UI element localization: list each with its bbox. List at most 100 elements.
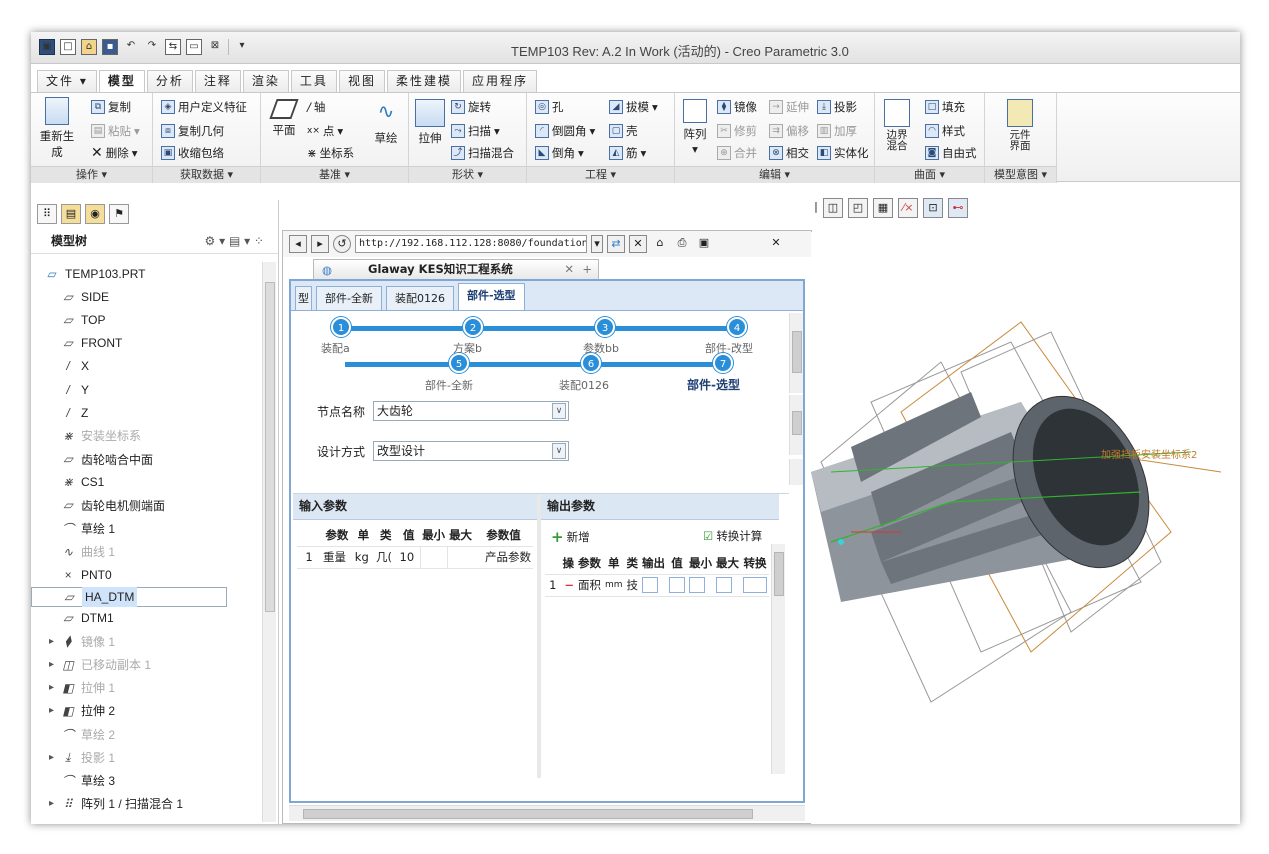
tree-settings-icon[interactable]: ⚙ ▾ ▤ ▾ ⁘: [205, 234, 264, 248]
forward-icon[interactable]: ▸: [311, 235, 329, 253]
delete-button[interactable]: ✕ 删除 ▾: [91, 145, 138, 161]
tree-item[interactable]: ⌒ 草绘 2: [31, 723, 261, 746]
extrude-button[interactable]: 拉伸: [413, 99, 447, 146]
save-icon[interactable]: ▪: [102, 39, 118, 55]
tree-item[interactable]: ⋇ CS1: [31, 471, 261, 494]
tree-item[interactable]: / X: [31, 355, 261, 378]
step-1[interactable]: 1: [331, 317, 351, 337]
expand-arrow-icon[interactable]: ▸: [49, 705, 61, 716]
tree-item[interactable]: ⋇ 安装坐标系: [31, 424, 261, 447]
refresh-icon[interactable]: ⇄: [607, 235, 625, 253]
merge-button[interactable]: ⊕ 合并: [717, 145, 757, 161]
copy-geometry-button[interactable]: ⧈ 复制几何: [161, 123, 224, 139]
tree-item[interactable]: × PNT0: [31, 563, 261, 586]
group-label-editing[interactable]: 编辑 ▾: [675, 166, 874, 183]
display-style-icon[interactable]: ▦: [873, 198, 893, 218]
plane-display-icon[interactable]: ⊡: [923, 198, 943, 218]
saved-views-icon[interactable]: ◫: [823, 198, 843, 218]
url-input[interactable]: http://192.168.112.128:8080/foundation/: [355, 235, 587, 253]
step-5[interactable]: 5: [449, 353, 469, 373]
hole-button[interactable]: ◎ 孔: [535, 99, 564, 115]
min-cell-input[interactable]: [687, 574, 714, 597]
expand-arrow-icon[interactable]: ▸: [49, 636, 61, 647]
solidify-button[interactable]: ◧ 实体化: [817, 145, 869, 161]
tree-item[interactable]: ∿ 曲线 1: [31, 540, 261, 563]
table-cell[interactable]: [446, 546, 475, 569]
sweep-button[interactable]: ⤳ 扫描 ▾: [451, 123, 500, 139]
table-cell[interactable]: 面积: [575, 574, 603, 597]
close-tab-icon[interactable]: ✕: [564, 260, 574, 278]
tab-analysis[interactable]: 分析: [146, 70, 193, 92]
tab-tools[interactable]: 工具: [290, 70, 337, 92]
table-cell[interactable]: 重量: [321, 546, 353, 569]
tree-item[interactable]: ▱ FRONT: [31, 332, 261, 355]
thicken-button[interactable]: ▥ 加厚: [817, 123, 857, 139]
tab-applications[interactable]: 应用程序: [462, 70, 537, 92]
shell-button[interactable]: ▢ 壳: [609, 123, 638, 139]
design-method-select[interactable]: 改型设计 ∨: [373, 441, 570, 461]
gear-shaft-model[interactable]: 加强挡板安装坐标系2: [811, 232, 1240, 824]
expand-arrow-icon[interactable]: ▸: [49, 752, 61, 763]
favorites-tab-icon[interactable]: ◉: [85, 204, 105, 224]
table-cell[interactable]: 几(: [373, 546, 398, 569]
group-label-datum[interactable]: 基准 ▾: [261, 166, 408, 183]
tree-item[interactable]: ▱ SIDE: [31, 285, 261, 308]
group-label-shapes[interactable]: 形状 ▾: [409, 166, 526, 183]
group-label-get-data[interactable]: 获取数据 ▾: [153, 166, 260, 183]
datum-display-icon[interactable]: ⁄×: [898, 198, 918, 218]
table-row[interactable]: 1 − 面积 mm 技: [545, 574, 769, 597]
table-row[interactable]: 1 重量 kg 几( 10 产品参数: [297, 546, 533, 569]
open-folder-icon[interactable]: ⌂: [81, 39, 97, 55]
table-cell[interactable]: kg: [352, 546, 374, 569]
tab-model[interactable]: 模型: [98, 70, 145, 93]
csys-display-icon[interactable]: ⊷: [948, 198, 968, 218]
tab-part-selection[interactable]: 部件-选型: [457, 283, 525, 310]
tree-item[interactable]: ▱ TEMP103.PRT: [31, 262, 261, 285]
chevron-down-icon[interactable]: ∨: [552, 403, 567, 419]
intersect-button[interactable]: ⊗ 相交: [769, 145, 809, 161]
convert-calc-button[interactable]: ☑ 转换计算: [703, 528, 762, 544]
step-4[interactable]: 4: [727, 317, 747, 337]
tab-file[interactable]: 文件 ▾: [37, 70, 97, 92]
form-scrollbar[interactable]: [789, 395, 803, 455]
redo-icon[interactable]: ↷: [144, 39, 160, 55]
home-icon[interactable]: ⌂: [651, 235, 669, 253]
offset-button[interactable]: ⇉ 偏移: [769, 123, 809, 139]
group-label-operations[interactable]: 操作 ▾: [31, 166, 152, 183]
folder-browser-tab-icon[interactable]: ▤: [61, 204, 81, 224]
history-icon[interactable]: ↺: [333, 235, 351, 253]
page-horizontal-scrollbar[interactable]: [289, 805, 805, 821]
params-scrollbar[interactable]: [771, 544, 785, 774]
table-cell[interactable]: 10: [397, 546, 421, 569]
tree-item[interactable]: ⌒ 草绘 3: [31, 769, 261, 792]
fill-button[interactable]: □ 填充: [925, 99, 965, 115]
copy-button[interactable]: ⧉ 复制: [91, 99, 131, 115]
browser-tab[interactable]: ◍ Glaway KES知识工程系统 ✕ +: [313, 259, 599, 279]
delete-row-icon[interactable]: −: [560, 574, 576, 597]
model-tree-tab-icon[interactable]: ⠿: [37, 204, 57, 224]
value-cell-input[interactable]: [667, 574, 687, 597]
step-3[interactable]: 3: [595, 317, 615, 337]
tree-item[interactable]: ▸ ⤓ 投影 1: [31, 746, 261, 769]
expand-arrow-icon[interactable]: ▸: [49, 659, 61, 670]
boundary-blend-button[interactable]: 边界混合: [879, 99, 915, 152]
tree-item[interactable]: ▸ ◫ 已移动副本 1: [31, 653, 261, 676]
regenerate-button[interactable]: 重新生成: [35, 97, 79, 160]
app-menu-icon[interactable]: ▣: [39, 39, 55, 55]
table-cell[interactable]: [419, 546, 448, 569]
tree-scrollbar-thumb[interactable]: [265, 282, 275, 612]
swept-blend-button[interactable]: ⤴ 扫描混合: [451, 145, 514, 161]
style-button[interactable]: ◠ 样式: [925, 123, 965, 139]
node-name-select[interactable]: 大齿轮 ∨: [373, 401, 570, 421]
tree-item[interactable]: ▸ ⠿ 阵列 1 / 扫描混合 1: [31, 792, 261, 815]
regenerate-icon[interactable]: ⇆: [165, 39, 181, 55]
max-cell-input[interactable]: [714, 574, 741, 597]
draft-button[interactable]: ◢ 拔模 ▾: [609, 99, 658, 115]
step-7[interactable]: 7: [713, 353, 733, 373]
params-scrollbar-thumb[interactable]: [774, 552, 784, 596]
stepper-scrollbar[interactable]: [789, 313, 803, 393]
rib-button[interactable]: ◭ 筋 ▾: [609, 145, 646, 161]
new-tab-icon[interactable]: +: [582, 260, 592, 278]
layers-tab-icon[interactable]: ⚑: [109, 204, 129, 224]
expand-arrow-icon[interactable]: ▸: [49, 682, 61, 693]
